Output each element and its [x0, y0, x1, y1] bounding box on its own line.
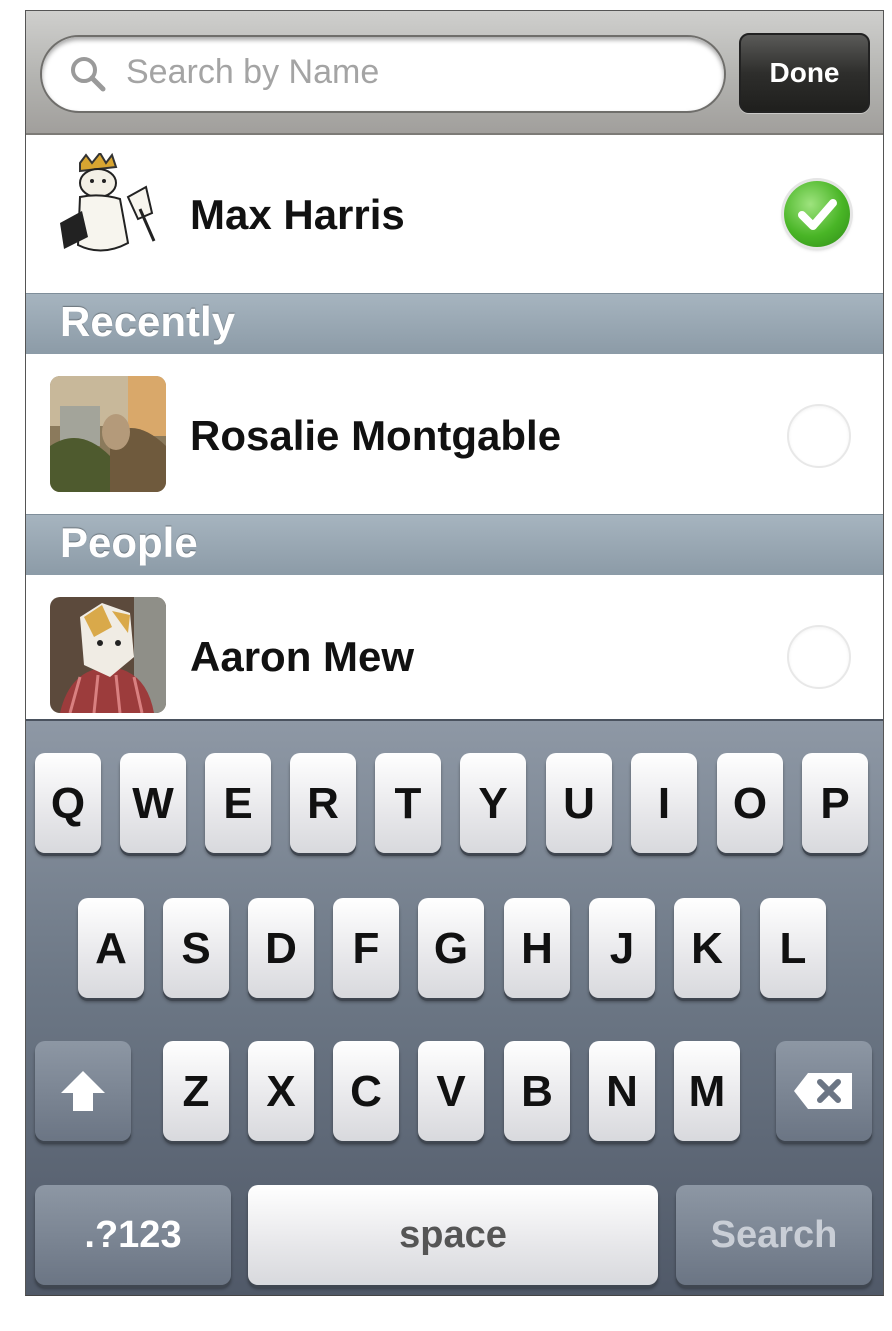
avatar-photo [50, 597, 166, 713]
key-v[interactable]: V [418, 1041, 484, 1141]
contact-name: Rosalie Montgable [190, 412, 562, 459]
space-key[interactable]: space [248, 1185, 658, 1285]
key-h[interactable]: H [504, 898, 570, 998]
key-w[interactable]: W [120, 753, 186, 853]
list-item[interactable]: Aaron Mew [26, 575, 883, 717]
avatar [50, 597, 166, 713]
shift-key[interactable] [35, 1041, 131, 1141]
key-n[interactable]: N [589, 1041, 655, 1141]
key-f[interactable]: F [333, 898, 399, 998]
key-o[interactable]: O [717, 753, 783, 853]
key-p[interactable]: P [802, 753, 868, 853]
search-bar: Search by Name Done [26, 11, 883, 135]
unchecked-circle-icon[interactable] [787, 625, 851, 689]
section-header-people: People [26, 514, 883, 576]
backspace-icon [794, 1073, 852, 1109]
key-y[interactable]: Y [460, 753, 526, 853]
contact-name: Max Harris [190, 191, 405, 238]
done-button[interactable]: Done [739, 33, 870, 113]
section-title: Recently [60, 298, 236, 345]
key-j[interactable]: J [589, 898, 655, 998]
key-x[interactable]: X [248, 1041, 314, 1141]
numbers-key[interactable]: .?123 [35, 1185, 231, 1285]
key-l[interactable]: L [760, 898, 826, 998]
key-z[interactable]: Z [163, 1041, 229, 1141]
section-title: People [60, 519, 198, 566]
keyboard: Q W E R T Y U I O P A S D F G H J K L Z … [26, 719, 883, 1295]
key-a[interactable]: A [78, 898, 144, 998]
key-d[interactable]: D [248, 898, 314, 998]
section-header-recently: Recently [26, 293, 883, 355]
key-e[interactable]: E [205, 753, 271, 853]
search-icon [71, 57, 106, 92]
search-input[interactable]: Search by Name [40, 35, 726, 113]
list-item-selected[interactable]: Max Harris [26, 135, 883, 293]
key-u[interactable]: U [546, 753, 612, 853]
key-g[interactable]: G [418, 898, 484, 998]
key-m[interactable]: M [674, 1041, 740, 1141]
key-q[interactable]: Q [35, 753, 101, 853]
search-placeholder: Search by Name [126, 53, 380, 91]
contact-picker-screen: Search by Name Done Max Harris Recently … [25, 10, 884, 1296]
key-s[interactable]: S [163, 898, 229, 998]
avatar [50, 376, 166, 492]
backspace-key[interactable] [776, 1041, 872, 1141]
shift-arrow-icon [61, 1071, 105, 1111]
avatar-illustration [50, 153, 166, 269]
checkmark-icon[interactable] [784, 181, 850, 247]
unchecked-circle-icon[interactable] [787, 404, 851, 468]
key-k[interactable]: K [674, 898, 740, 998]
search-key[interactable]: Search [676, 1185, 872, 1285]
key-r[interactable]: R [290, 753, 356, 853]
avatar [50, 153, 166, 269]
contact-name: Aaron Mew [190, 633, 415, 680]
avatar-photo [50, 376, 166, 492]
key-i[interactable]: I [631, 753, 697, 853]
list-item[interactable]: Rosalie Montgable [26, 354, 883, 514]
key-t[interactable]: T [375, 753, 441, 853]
key-c[interactable]: C [333, 1041, 399, 1141]
key-b[interactable]: B [504, 1041, 570, 1141]
